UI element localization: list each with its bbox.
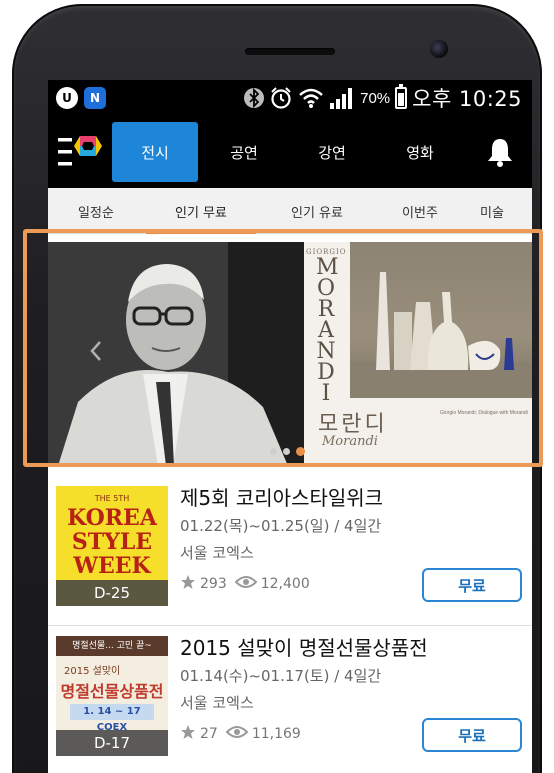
chevron-left-icon[interactable] [88,340,104,368]
like-count: 293 [200,576,227,592]
phone-frame: U N 70% 오후 10:25 전시 공연 강연 영화 일정순 인기 무료 인… [12,4,542,773]
price-button[interactable]: 무료 [422,718,522,752]
bell-icon[interactable] [484,136,516,168]
tab-lecture[interactable]: 강연 [290,122,374,182]
signal-icon [329,87,355,109]
active-filter-indicator [146,231,256,234]
poster-info-text: Giorgio Morandi: Dialogue with Morandi [440,410,528,416]
carousel-dot[interactable] [283,448,290,455]
u-plus-icon: U [56,87,78,109]
front-camera [430,40,448,58]
list-item[interactable]: THE 5TH KOREA STYLE WEEK D-25 제5회 코리아스타일… [48,476,532,626]
view-count: 11,169 [251,726,301,742]
event-thumbnail[interactable]: 명절선물... 고민 끝~ 2015 설맞이 명절선물상품전 1. 14 ~ 1… [56,636,168,756]
carousel-dot-active[interactable] [296,447,305,456]
event-date: 01.14(수)~01.17(토) / 4일간 [180,667,382,685]
thumb-title: 명절선물상품전 [60,682,164,701]
eye-icon [234,575,258,593]
wifi-icon [298,87,324,109]
banner-portrait-photo [48,242,304,466]
thumb-line: KOREA [67,505,157,531]
thumb-line: WEEK [73,553,151,579]
thumb-date: 1. 14 ~ 17 COEX [70,704,154,733]
featured-banner[interactable]: GIORGIO MORANDI 모란디 Morandi Giorgio Mora… [48,242,532,466]
battery-percent: 70% [360,89,391,107]
carousel-dot[interactable] [270,448,277,455]
event-date: 01.22(목)~01.25(일) / 4일간 [180,517,382,535]
carousel-dots [270,447,305,456]
filter-art[interactable]: 미술 [468,188,532,234]
event-thumbnail[interactable]: THE 5TH KOREA STYLE WEEK D-25 [56,486,168,606]
eye-icon [225,725,249,743]
filter-this-week[interactable]: 이번주 [374,188,466,234]
tab-exhibition[interactable]: 전시 [112,122,198,182]
event-list: THE 5TH KOREA STYLE WEEK D-25 제5회 코리아스타일… [48,476,532,773]
logo-icon[interactable] [56,132,104,172]
app-bar: 전시 공연 강연 영화 [48,116,532,188]
dday-badge: D-17 [56,730,168,756]
event-title[interactable]: 2015 설맞이 명절선물상품전 [180,632,428,661]
status-bar: U N 70% 오후 10:25 [48,80,532,116]
poster-painting [350,242,532,398]
star-icon [180,574,196,594]
poster-vertical-title: MORANDI [316,255,339,406]
bluetooth-icon [244,86,265,110]
screen: U N 70% 오후 10:25 전시 공연 강연 영화 일정순 인기 무료 인… [48,80,532,773]
tab-performance[interactable]: 공연 [202,122,286,182]
thumb-line: STYLE [71,529,153,555]
tab-movie[interactable]: 영화 [378,122,462,182]
poster-signature: Morandi [322,434,378,449]
battery-icon [395,84,408,109]
event-venue: 서울 코엑스 [180,544,254,562]
filter-popular-paid[interactable]: 인기 유료 [260,188,374,234]
star-icon [180,724,196,744]
list-item[interactable]: 명절선물... 고민 끝~ 2015 설맞이 명절선물상품전 1. 14 ~ 1… [48,626,532,773]
event-stats: 27 11,169 [180,724,301,744]
dday-badge: D-25 [56,580,168,606]
alarm-icon [269,86,293,110]
naver-icon: N [84,87,106,109]
speaker-grille [245,48,335,55]
price-button[interactable]: 무료 [422,568,522,602]
filter-by-date[interactable]: 일정순 [48,188,144,234]
event-stats: 293 12,400 [180,574,310,594]
clock: 오후 10:25 [412,87,522,111]
thumb-top-text: 명절선물... 고민 끝~ [56,636,168,656]
view-count: 12,400 [260,576,310,592]
thumb-subtitle: THE 5TH [94,494,130,503]
like-count: 27 [200,726,218,742]
event-title[interactable]: 제5회 코리아스타일위크 [180,482,383,511]
thumb-year: 2015 설맞이 [64,666,121,677]
banner-poster: GIORGIO MORANDI 모란디 Morandi Giorgio Mora… [304,242,532,466]
poster-title-vertical: GIORGIO MORANDI [306,248,346,406]
event-venue: 서울 코엑스 [180,694,254,712]
filter-bar: 일정순 인기 무료 인기 유료 이번주 미술 [48,188,532,234]
filter-popular-free[interactable]: 인기 무료 [144,188,258,234]
